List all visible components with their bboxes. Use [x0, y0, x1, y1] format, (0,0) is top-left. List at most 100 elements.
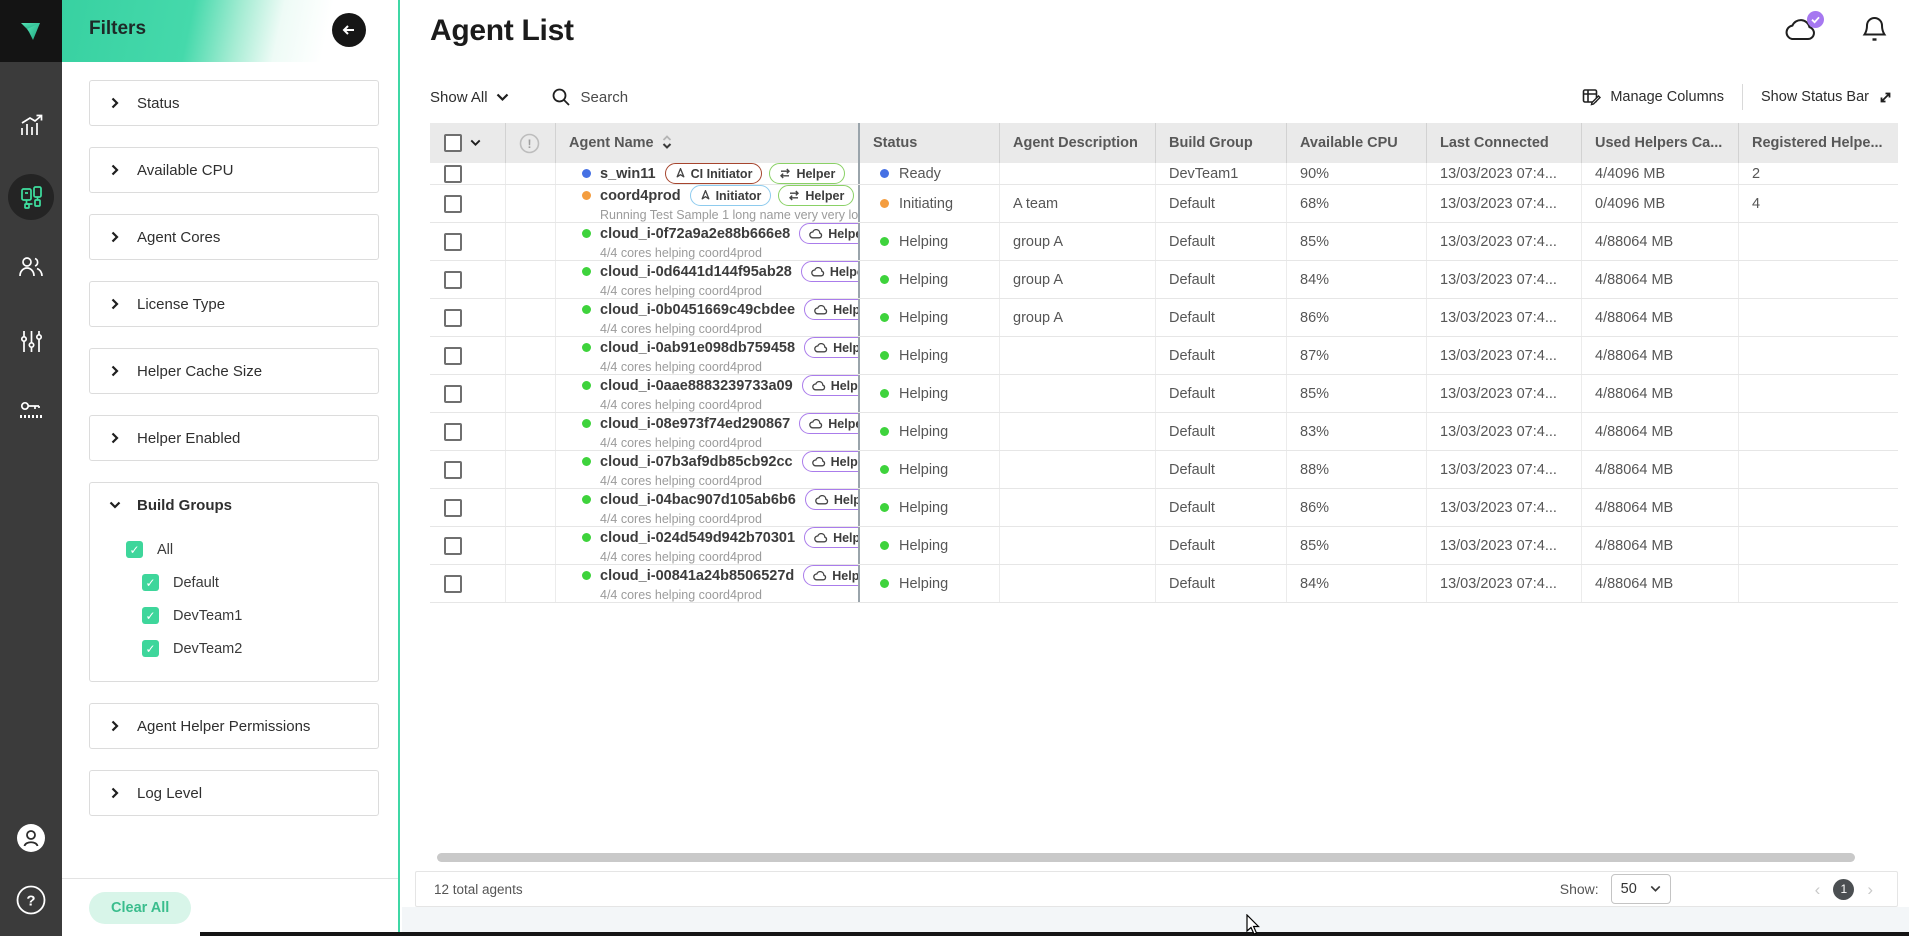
row-checkbox[interactable] [444, 461, 462, 479]
filter-section-header[interactable]: License Type [90, 282, 378, 326]
agent-name: cloud_i-024d549d942b70301 [600, 530, 795, 546]
table-row[interactable]: cloud_i-08e973f74ed290867 Helper 4/4 cor… [430, 413, 1898, 451]
build-group-cell: Default [1155, 185, 1286, 222]
row-checkbox[interactable] [444, 423, 462, 441]
column-header-agent-name[interactable]: Agent Name [555, 123, 858, 163]
filter-section-header[interactable]: Available CPU [90, 148, 378, 192]
user-avatar[interactable] [0, 822, 62, 854]
row-checkbox[interactable] [444, 575, 462, 593]
table-row[interactable]: cloud_i-0b0451669c49cbdee Helper 4/4 cor… [430, 299, 1898, 337]
column-header-available-cpu[interactable]: Available CPU [1286, 123, 1426, 163]
question-icon: ? [15, 884, 47, 916]
table-row[interactable]: coord4prod InitiatorHelper Running Test … [430, 185, 1898, 223]
table-toolbar: Show All Manage Columns [430, 83, 1893, 111]
row-alert-cell [505, 375, 555, 412]
row-checkbox[interactable] [444, 309, 462, 327]
table-row[interactable]: cloud_i-0f72a9a2e88b666e8 Helper 4/4 cor… [430, 223, 1898, 261]
agent-badges: Helper [802, 375, 858, 396]
table-row[interactable]: cloud_i-04bac907d105ab6b6 Helper 4/4 cor… [430, 489, 1898, 527]
row-alert-cell [505, 299, 555, 336]
filter-section-agent-cores: Agent Cores [89, 214, 379, 260]
filter-section-header[interactable]: Helper Enabled [90, 416, 378, 460]
sidebar-item-dashboard[interactable] [0, 112, 62, 139]
table-row[interactable]: cloud_i-00841a24b8506527d Helper 4/4 cor… [430, 565, 1898, 603]
row-checkbox[interactable] [444, 165, 462, 183]
svg-text:?: ? [26, 893, 35, 910]
agent-badges: Helper [804, 337, 858, 358]
collapse-filters-button[interactable] [332, 13, 366, 47]
table-row[interactable]: cloud_i-07b3af9db85cb92cc Helper 4/4 cor… [430, 451, 1898, 489]
build-group-cell: Default [1155, 565, 1286, 602]
row-checkbox[interactable] [444, 499, 462, 517]
help-button[interactable]: ? [0, 884, 62, 916]
column-header-status[interactable]: Status [858, 123, 999, 163]
current-page-badge[interactable]: 1 [1833, 879, 1854, 900]
row-checkbox[interactable] [444, 537, 462, 555]
sort-icon[interactable] [662, 135, 672, 151]
manage-columns-button[interactable]: Manage Columns [1582, 88, 1724, 106]
row-checkbox[interactable] [444, 195, 462, 213]
checkbox-checked[interactable]: ✓ [142, 640, 159, 657]
search-input[interactable] [581, 89, 801, 106]
show-status-bar-button[interactable]: Show Status Bar [1761, 89, 1893, 105]
agent-badges: InitiatorHelper [690, 185, 855, 206]
filter-section-header[interactable]: Build Groups [90, 483, 378, 527]
page-size-select[interactable]: 50 [1611, 874, 1671, 904]
table-row[interactable]: cloud_i-0ab91e098db759458 Helper 4/4 cor… [430, 337, 1898, 375]
brand-logo[interactable] [0, 0, 62, 62]
next-page-button[interactable]: › [1867, 881, 1873, 898]
filter-section-header[interactable]: Helper Cache Size [90, 349, 378, 393]
filter-section-header[interactable]: Status [90, 81, 378, 125]
used-helpers-cell: 4/88064 MB [1581, 527, 1738, 564]
row-checkbox[interactable] [444, 347, 462, 365]
checkbox-checked[interactable]: ✓ [126, 541, 143, 558]
cloud-status-button[interactable] [1782, 16, 1820, 49]
table-row[interactable]: cloud_i-0d6441d144f95ab28 Helper 4/4 cor… [430, 261, 1898, 299]
checkbox-checked[interactable]: ✓ [142, 607, 159, 624]
sidebar-item-users[interactable] [0, 253, 62, 281]
checkbox-checked[interactable]: ✓ [142, 574, 159, 591]
table-row[interactable]: cloud_i-024d549d942b70301 Helper 4/4 cor… [430, 527, 1898, 565]
agent-name: cloud_i-0f72a9a2e88b666e8 [600, 226, 790, 242]
filter-section-label: License Type [137, 296, 225, 313]
filter-section-header[interactable]: Agent Helper Permissions [90, 704, 378, 748]
show-all-dropdown[interactable]: Show All [430, 89, 509, 106]
sidebar-item-agents[interactable] [0, 184, 62, 211]
select-all-checkbox[interactable] [444, 134, 462, 152]
filter-section-header[interactable]: Log Level [90, 771, 378, 815]
registered-helpers-cell [1738, 565, 1898, 602]
clear-all-button[interactable]: Clear All [89, 892, 191, 924]
column-header-description[interactable]: Agent Description [999, 123, 1155, 163]
filter-section-header[interactable]: Agent Cores [90, 215, 378, 259]
horizontal-scrollbar[interactable] [437, 853, 1855, 862]
select-menu-chevron-icon[interactable] [470, 139, 481, 147]
row-checkbox[interactable] [444, 385, 462, 403]
table-row[interactable]: cloud_i-0aae8883239733a09 Helper 4/4 cor… [430, 375, 1898, 413]
prev-page-button[interactable]: ‹ [1815, 881, 1821, 898]
available-cpu-cell: 68% [1286, 185, 1426, 222]
agent-state-dot [582, 229, 591, 238]
used-helpers-cell: 4/88064 MB [1581, 337, 1738, 374]
show-status-bar-label: Show Status Bar [1761, 89, 1869, 105]
used-helpers-cell: 4/4096 MB [1581, 163, 1738, 184]
column-header-registered-helpers[interactable]: Registered Helpe... [1738, 123, 1898, 163]
column-header-used-helpers[interactable]: Used Helpers Ca... [1581, 123, 1738, 163]
row-checkbox[interactable] [444, 233, 462, 251]
column-header-last-connected[interactable]: Last Connected [1426, 123, 1581, 163]
agent-name-cell: cloud_i-024d549d942b70301 Helper 4/4 cor… [555, 527, 858, 564]
build-group-cell: Default [1155, 299, 1286, 336]
sidebar-item-license[interactable] [0, 398, 62, 422]
description-cell: A team [999, 185, 1155, 222]
filter-option-label: Default [173, 575, 219, 591]
badge-helper: Helper [802, 451, 858, 472]
status-cell: Helping [858, 527, 999, 564]
row-checkbox[interactable] [444, 271, 462, 289]
table-row[interactable]: s_win11 CI InitiatorHelper Ready DevTeam… [430, 163, 1898, 185]
column-header-build-group[interactable]: Build Group [1155, 123, 1286, 163]
agent-state-dot [582, 381, 591, 390]
notifications-button[interactable] [1862, 15, 1887, 49]
build-group-cell: DevTeam1 [1155, 163, 1286, 184]
filter-section-label: Log Level [137, 785, 202, 802]
available-cpu-cell: 85% [1286, 223, 1426, 260]
sidebar-item-settings[interactable] [0, 328, 62, 355]
